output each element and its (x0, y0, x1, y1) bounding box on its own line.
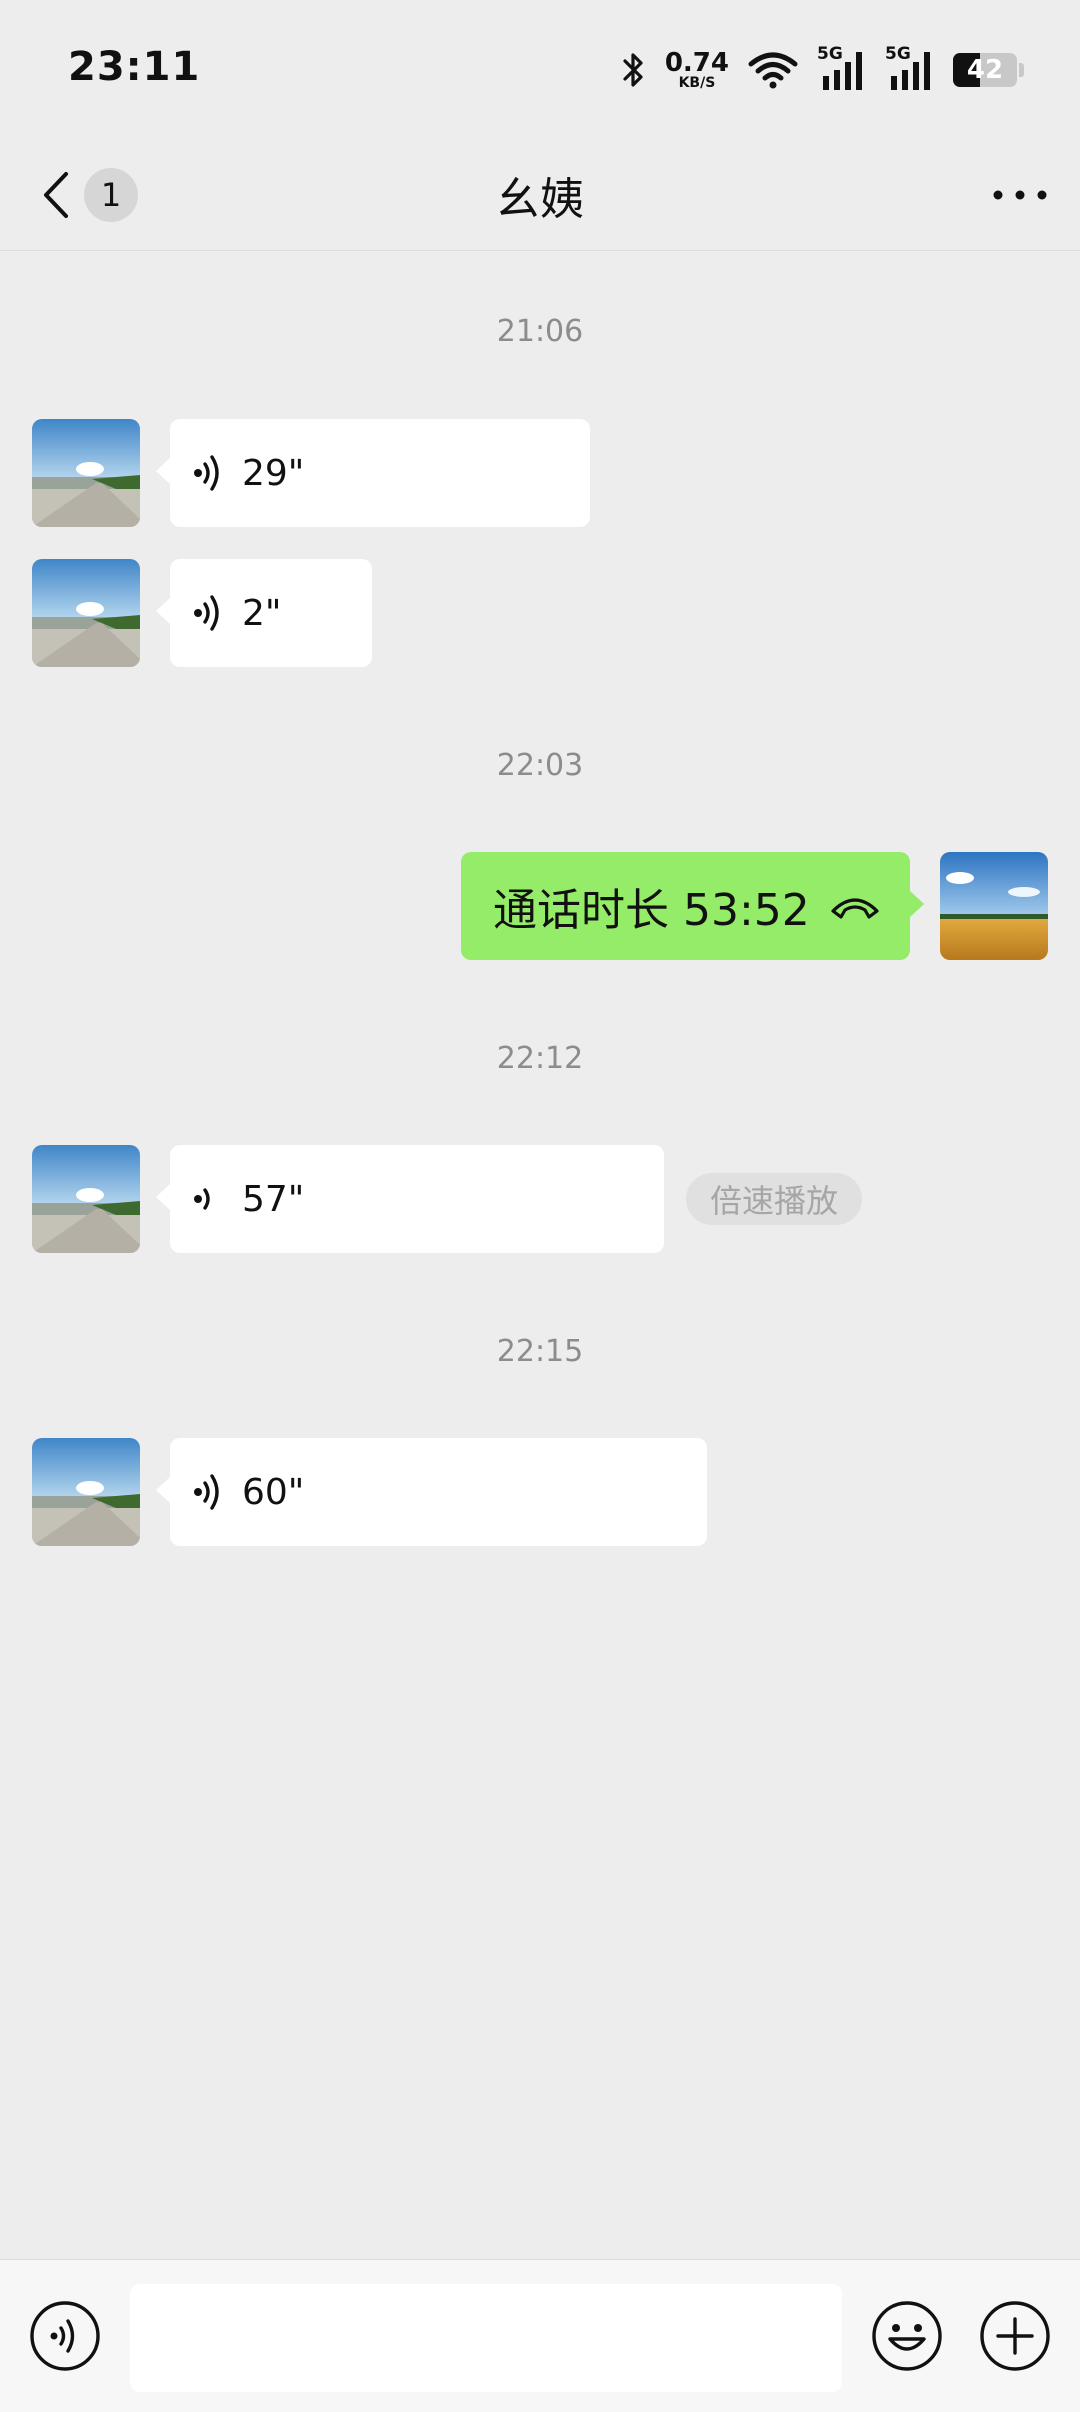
voice-wave-icon (192, 1179, 226, 1219)
battery-tip (1019, 63, 1024, 77)
voice-message-bubble[interactable]: 57" (156, 1145, 664, 1253)
voice-message-bubble[interactable]: 29" (156, 419, 590, 527)
more-functions-button[interactable] (978, 2299, 1052, 2373)
status-icons: 0.74 KB/S 5G 5G 42 (621, 44, 1024, 94)
message-timestamp: 22:03 (496, 748, 584, 783)
more-dots-icon (993, 190, 1047, 200)
status-bar: 23:11 0.74 KB/S 5G 5G 42 (0, 0, 1080, 140)
unread-count-badge: 1 (84, 168, 138, 222)
wheat-field-image (940, 852, 1048, 960)
road-landscape-image (32, 559, 140, 667)
network-speed-unit: KB/S (678, 75, 716, 91)
message-timestamp: 22:12 (496, 1041, 584, 1076)
road-landscape-image (32, 1438, 140, 1546)
back-arrow-icon (44, 172, 68, 218)
my-avatar[interactable] (940, 852, 1048, 960)
contact-avatar[interactable] (32, 1145, 140, 1253)
voice-duration: 57" (242, 1178, 305, 1220)
contact-avatar[interactable] (32, 1438, 140, 1546)
road-landscape-image (32, 419, 140, 527)
call-record-bubble[interactable]: 通话时长 53:52 (461, 852, 924, 960)
message-timestamp: 22:15 (496, 1334, 584, 1369)
battery-icon: 42 (953, 53, 1017, 87)
speed-play-button[interactable]: 倍速播放 (686, 1173, 863, 1225)
wifi-icon (748, 52, 798, 89)
message-input[interactable] (130, 2284, 842, 2392)
voice-input-icon (30, 2301, 100, 2371)
emoji-button[interactable] (870, 2299, 944, 2373)
chat-title: 幺姨 (496, 174, 584, 225)
input-bar (0, 2259, 1080, 2412)
voice-wave-icon (192, 453, 226, 493)
network-speed: 0.74 KB/S (665, 50, 729, 90)
voice-input-button[interactable] (28, 2299, 102, 2373)
bluetooth-icon (623, 53, 643, 87)
signal-strength-icon-2: 5G (885, 44, 935, 92)
plus-circle-icon (980, 2301, 1050, 2371)
voice-message-bubble[interactable]: 60" (156, 1438, 707, 1546)
voice-duration: 2" (242, 592, 282, 634)
status-time: 23:11 (68, 44, 201, 90)
contact-avatar[interactable] (32, 559, 140, 667)
signal-strength-icon-1: 5G (817, 44, 867, 92)
voice-wave-icon (192, 593, 226, 633)
battery-level: 42 (966, 55, 1004, 85)
voice-message-bubble[interactable]: 2" (156, 559, 372, 667)
chat-header: 幺姨 1 (0, 140, 1080, 251)
network-speed-value: 0.74 (664, 48, 729, 78)
voice-duration: 60" (242, 1471, 305, 1513)
voice-duration: 29" (242, 452, 305, 494)
more-options-button[interactable] (988, 170, 1052, 220)
message-timestamp: 21:06 (496, 314, 584, 349)
contact-avatar[interactable] (32, 419, 140, 527)
phone-handset-icon (831, 898, 879, 919)
back-button[interactable]: 1 (38, 160, 138, 230)
emoji-icon (872, 2301, 942, 2371)
call-duration-text: 通话时长 53:52 (493, 885, 810, 936)
voice-wave-icon (192, 1472, 226, 1512)
road-landscape-image (32, 1145, 140, 1253)
